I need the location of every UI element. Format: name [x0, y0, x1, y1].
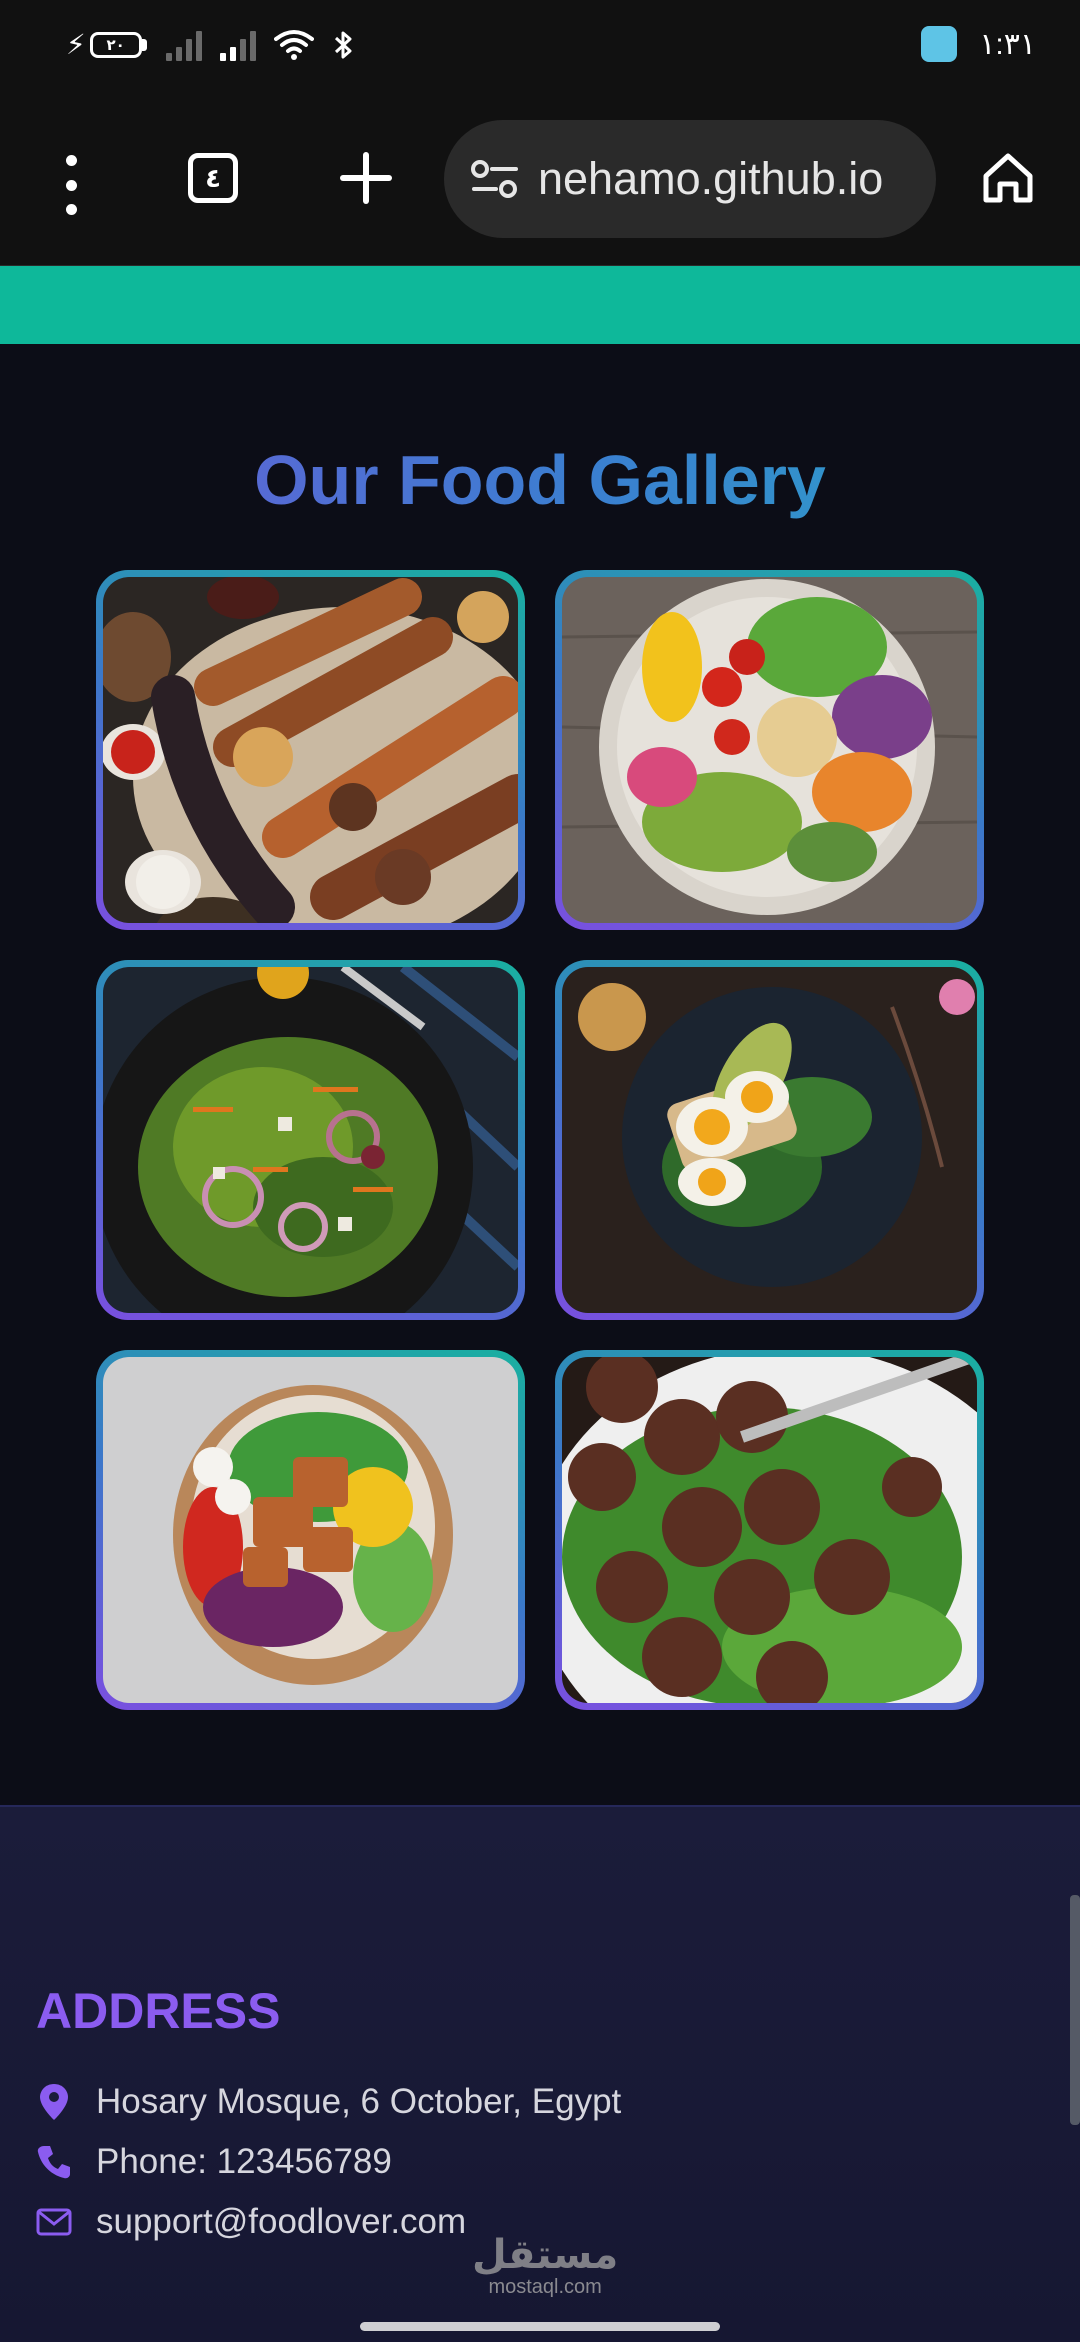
notification-app-icon [921, 26, 958, 62]
charging-icon: ⚡ [66, 29, 86, 60]
phone-row: Phone: 123456789 [36, 2142, 392, 2182]
gesture-home-bar[interactable] [360, 2322, 720, 2331]
address-heading: ADDRESS [36, 1983, 281, 2039]
tab-switcher-button[interactable]: ٤ [188, 153, 238, 203]
section-banner [0, 266, 1080, 344]
gallery-card[interactable] [96, 960, 525, 1320]
signal-sim2-icon [220, 29, 256, 61]
address-text: Hosary Mosque, 6 October, Egypt [96, 2082, 622, 2121]
gallery-card[interactable] [555, 960, 984, 1320]
gallery-card[interactable] [96, 1350, 525, 1710]
status-bar-right: ١:٣١ [921, 26, 1036, 62]
phone-icon [36, 2142, 72, 2182]
bluetooth-icon [334, 31, 352, 59]
gallery-grid [96, 570, 984, 1710]
scrollbar-thumb[interactable] [1070, 1895, 1080, 2125]
url-text: nehamo.github.io [538, 153, 884, 204]
gallery-image-meatballs [562, 1357, 977, 1703]
browser-toolbar: ٤ nehamo.github.io [0, 95, 1080, 267]
gallery-image-veggie-bowl [562, 577, 977, 923]
gallery-image-grill [103, 577, 518, 923]
address-row: Hosary Mosque, 6 October, Egypt [36, 2082, 621, 2122]
new-tab-icon[interactable] [336, 148, 396, 208]
email-row: support@foodlover.com [36, 2202, 466, 2242]
tab-count: ٤ [205, 162, 221, 193]
location-pin-icon [36, 2082, 72, 2122]
signal-sim1-icon [166, 29, 202, 61]
email-text[interactable]: support@foodlover.com [96, 2202, 466, 2242]
gallery-image-chicken-bowl [103, 1357, 518, 1703]
wifi-icon [274, 30, 314, 60]
gallery-card[interactable] [555, 570, 984, 930]
phone-text[interactable]: Phone: 123456789 [96, 2142, 392, 2182]
watermark-logo: مستقل mostaql.com [472, 2232, 618, 2299]
gallery-card[interactable] [555, 1350, 984, 1710]
home-icon[interactable] [980, 150, 1036, 206]
status-bar-left: ⚡ ٢٠ [66, 28, 356, 62]
status-bar: ⚡ ٢٠ ١:٣١ [0, 0, 1080, 95]
gallery-card[interactable] [96, 570, 525, 930]
menu-icon[interactable] [56, 155, 86, 215]
battery-icon: ⚡ ٢٠ [66, 28, 148, 62]
gallery-title: Our Food Gallery [0, 440, 1080, 520]
envelope-icon [36, 2202, 72, 2242]
battery-level: ٢٠ [89, 32, 142, 58]
clock: ١:٣١ [979, 27, 1036, 61]
site-settings-icon[interactable] [468, 159, 522, 199]
watermark-arabic: مستقل [472, 2232, 619, 2278]
address-bar[interactable]: nehamo.github.io [444, 120, 936, 238]
watermark-latin: mostaql.com [488, 2276, 602, 2298]
gallery-image-egg-toast [562, 967, 977, 1313]
gallery-image-green-salad [103, 967, 518, 1313]
